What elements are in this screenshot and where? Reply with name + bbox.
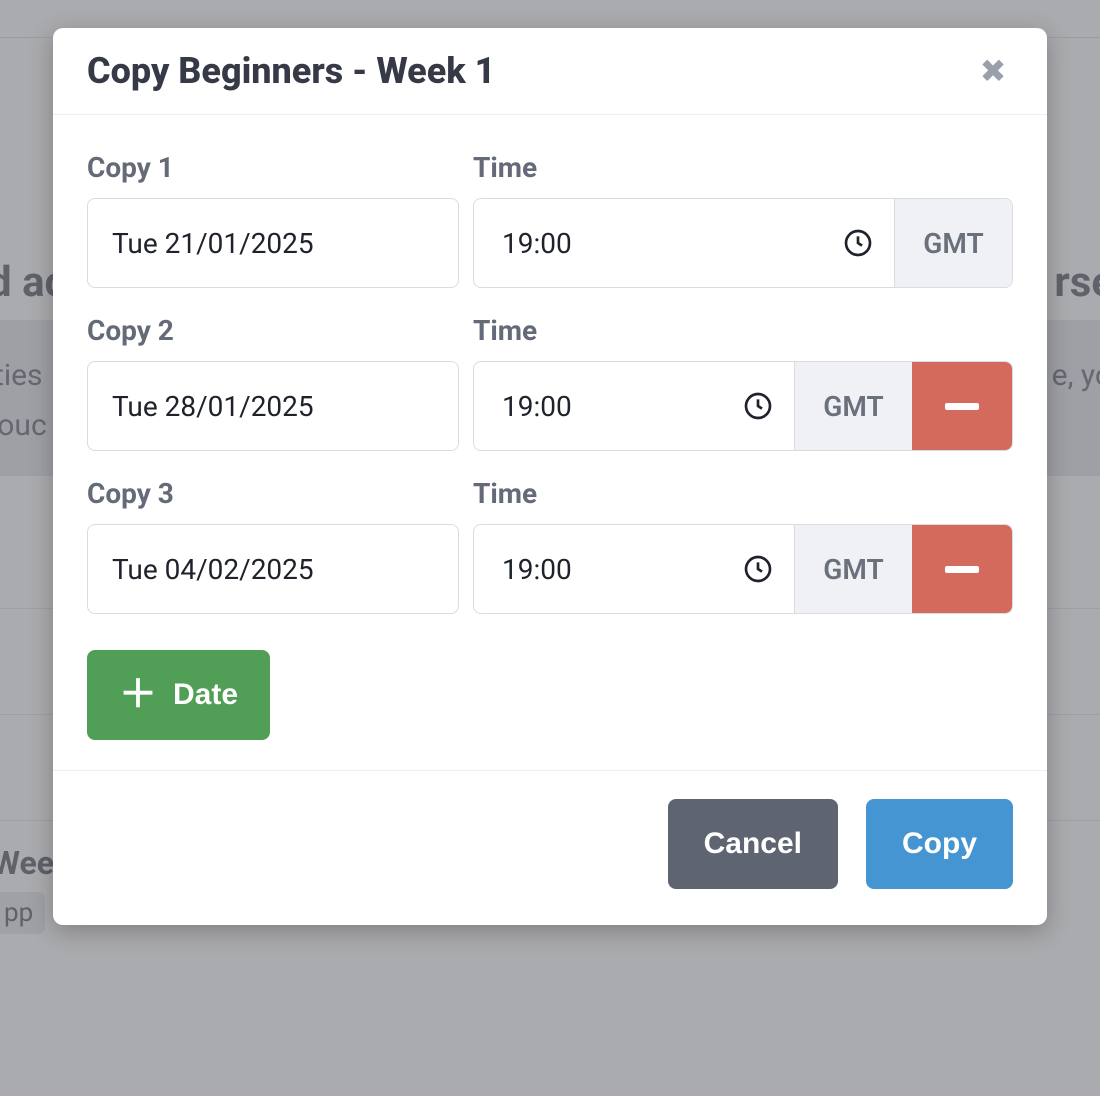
copy-button[interactable]: Copy: [866, 799, 1013, 889]
time-input[interactable]: 19:00: [474, 227, 894, 260]
date-column: Copy 2 Tue 28/01/2025: [87, 314, 459, 451]
date-value: Tue 28/01/2025: [112, 390, 314, 423]
timezone-label: GMT: [794, 525, 912, 613]
time-label: Time: [473, 314, 1013, 347]
plus-icon: ＋: [119, 676, 157, 714]
clock-icon: [742, 553, 774, 585]
time-group: 19:00 GMT: [473, 524, 1013, 614]
copy-row: Copy 2 Tue 28/01/2025 Time 19:00: [87, 314, 1013, 451]
copy-activity-modal: Copy Beginners - Week 1 ✖ Copy 1 Tue 21/…: [53, 28, 1047, 925]
time-column: Time 19:00 GMT: [473, 151, 1013, 288]
date-column: Copy 3 Tue 04/02/2025: [87, 477, 459, 614]
clock-icon: [842, 227, 874, 259]
date-value: Tue 04/02/2025: [112, 553, 314, 586]
time-label: Time: [473, 477, 1013, 510]
time-column: Time 19:00 GMT: [473, 477, 1013, 614]
time-value: 19:00: [502, 390, 572, 423]
close-icon[interactable]: ✖: [973, 55, 1013, 87]
copy-label: Copy 3: [87, 477, 459, 510]
add-date-button[interactable]: ＋ Date: [87, 650, 270, 740]
modal-header: Copy Beginners - Week 1 ✖: [53, 28, 1047, 115]
copy-row: Copy 1 Tue 21/01/2025 Time 19:00: [87, 151, 1013, 288]
time-input[interactable]: 19:00: [474, 553, 794, 586]
remove-button[interactable]: [912, 362, 1012, 450]
modal-footer: Cancel Copy: [53, 770, 1047, 925]
timezone-label: GMT: [794, 362, 912, 450]
time-label: Time: [473, 151, 1013, 184]
copy-label: Copy 2: [87, 314, 459, 347]
time-group: 19:00 GMT: [473, 198, 1013, 288]
date-input[interactable]: Tue 04/02/2025: [87, 524, 459, 614]
minus-icon: [945, 566, 979, 573]
modal-overlay[interactable]: Copy Beginners - Week 1 ✖ Copy 1 Tue 21/…: [0, 0, 1100, 1096]
cancel-button[interactable]: Cancel: [668, 799, 838, 889]
remove-button[interactable]: [912, 525, 1012, 613]
date-value: Tue 21/01/2025: [112, 227, 314, 260]
clock-icon: [742, 390, 774, 422]
modal-title: Copy Beginners - Week 1: [87, 50, 495, 92]
date-input[interactable]: Tue 21/01/2025: [87, 198, 459, 288]
time-group: 19:00 GMT: [473, 361, 1013, 451]
timezone-label: GMT: [894, 199, 1012, 287]
time-input[interactable]: 19:00: [474, 390, 794, 423]
copy-label: Copy 1: [87, 151, 459, 184]
date-input[interactable]: Tue 28/01/2025: [87, 361, 459, 451]
date-column: Copy 1 Tue 21/01/2025: [87, 151, 459, 288]
modal-body: Copy 1 Tue 21/01/2025 Time 19:00: [53, 115, 1047, 770]
time-column: Time 19:00 GMT: [473, 314, 1013, 451]
minus-icon: [945, 403, 979, 410]
copy-row: Copy 3 Tue 04/02/2025 Time 19:00: [87, 477, 1013, 614]
add-date-label: Date: [173, 678, 238, 712]
time-value: 19:00: [502, 553, 572, 586]
time-value: 19:00: [502, 227, 572, 260]
